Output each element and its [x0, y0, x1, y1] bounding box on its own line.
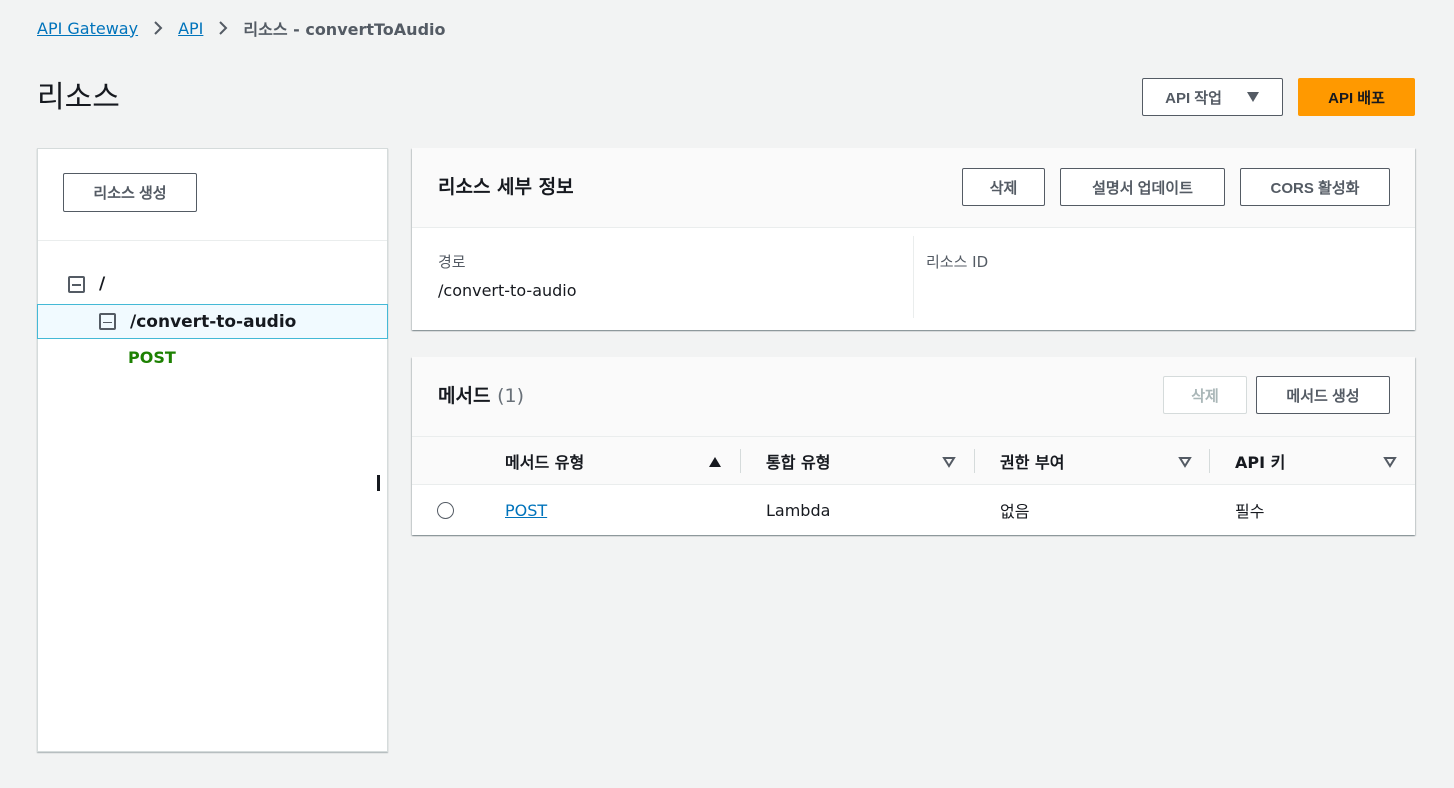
resource-tree-panel: 리소스 생성 / /convert-to-audio POST [37, 148, 388, 752]
chevron-right-icon [211, 17, 235, 39]
column-header-integration-type[interactable]: 통합 유형 [766, 437, 956, 485]
column-header-authorization[interactable]: 권한 부여 [1000, 437, 1192, 485]
panel-resize-handle[interactable] [377, 475, 380, 491]
api-actions-label: API 작업 [1165, 89, 1222, 107]
caret-down-icon [1246, 91, 1260, 103]
breadcrumb: API Gateway API 리소스 - convertToAudio [37, 17, 446, 40]
create-method-button[interactable]: 메서드 생성 [1256, 376, 1390, 414]
method-link-post[interactable]: POST [505, 501, 547, 520]
tree-item-label: /convert-to-audio [130, 311, 297, 332]
deploy-api-button[interactable]: API 배포 [1298, 78, 1415, 116]
divider [913, 236, 914, 318]
update-documentation-button[interactable]: 설명서 업데이트 [1060, 168, 1225, 206]
tree-item-convert-to-audio[interactable]: /convert-to-audio [37, 304, 388, 339]
chevron-right-icon [146, 17, 170, 39]
sort-icon[interactable] [942, 454, 956, 468]
column-divider [974, 449, 975, 473]
methods-title-text: 메서드 [438, 385, 491, 407]
methods-count: (1) [497, 385, 524, 407]
delete-method-button[interactable]: 삭제 [1163, 376, 1247, 414]
resource-id-label: 리소스 ID [926, 253, 989, 271]
delete-resource-button[interactable]: 삭제 [962, 168, 1045, 206]
api-key-cell: 필수 [1235, 502, 1265, 521]
row-select-cell [437, 485, 454, 535]
column-header-label: 통합 유형 [766, 453, 831, 472]
table-row[interactable]: POST Lambda 없음 필수 [412, 485, 1415, 535]
breadcrumb-api[interactable]: API [178, 19, 203, 38]
column-header-label: API 키 [1235, 453, 1286, 472]
authorization-cell: 없음 [1000, 502, 1030, 521]
sort-icon[interactable] [1178, 454, 1192, 468]
tree-item-post-method[interactable]: POST [128, 348, 176, 367]
column-header-api-key[interactable]: API 키 [1235, 437, 1397, 485]
table-header: 메서드 유형 통합 유형 권한 부여 API 키 [412, 437, 1415, 485]
collapse-icon[interactable] [68, 275, 85, 293]
path-value: /convert-to-audio [438, 281, 577, 300]
create-resource-button[interactable]: 리소스 생성 [63, 173, 197, 212]
row-select-radio[interactable] [437, 501, 454, 519]
breadcrumb-api-gateway[interactable]: API Gateway [37, 19, 138, 38]
column-header-label: 권한 부여 [1000, 453, 1065, 472]
column-divider [1209, 449, 1210, 473]
sort-ascending-icon[interactable] [708, 454, 722, 468]
enable-cors-button[interactable]: CORS 활성화 [1240, 168, 1390, 206]
collapse-icon[interactable] [99, 313, 116, 330]
breadcrumb-current: 리소스 - convertToAudio [243, 20, 446, 39]
integration-type-cell: Lambda [766, 500, 831, 520]
resource-details-title: 리소스 세부 정보 [438, 176, 574, 198]
resource-details-header: 리소스 세부 정보 삭제 설명서 업데이트 CORS 활성화 [412, 148, 1415, 228]
resource-details-card: 리소스 세부 정보 삭제 설명서 업데이트 CORS 활성화 경로 /conve… [412, 148, 1415, 330]
tree-item-label: POST [128, 348, 176, 367]
resource-tree-header: 리소스 생성 [38, 149, 387, 241]
column-header-label: 메서드 유형 [505, 453, 585, 472]
method-type-cell: POST [505, 485, 547, 535]
tree-item-root[interactable]: / [68, 273, 105, 295]
page-title: 리소스 [37, 80, 120, 115]
methods-title: 메서드 (1) [438, 381, 524, 408]
api-actions-dropdown[interactable]: API 작업 [1142, 78, 1283, 116]
column-header-method-type[interactable]: 메서드 유형 [505, 437, 722, 485]
tree-item-label: / [99, 274, 106, 294]
sort-icon[interactable] [1383, 454, 1397, 468]
column-divider [740, 449, 741, 473]
methods-card: 메서드 (1) 삭제 메서드 생성 메서드 유형 통합 유형 권한 부여 API… [412, 357, 1415, 535]
path-label: 경로 [438, 253, 466, 271]
methods-header: 메서드 (1) 삭제 메서드 생성 [412, 357, 1415, 437]
